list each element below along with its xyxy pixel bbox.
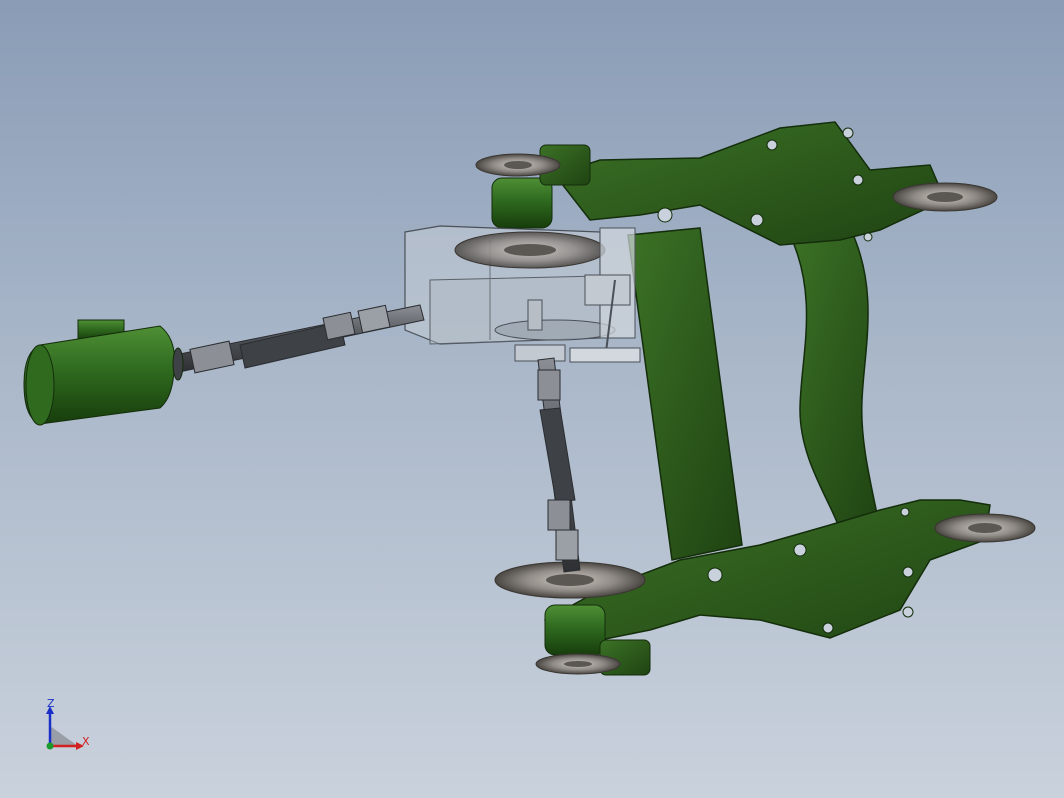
wheel-top-left[interactable] [475,153,561,177]
drive-shaft-horizontal[interactable] [174,304,425,374]
wheel-top-right[interactable] [892,182,998,212]
gearbox-housing[interactable] [404,225,616,345]
drive-shaft-vertical[interactable] [537,357,581,573]
wheel-bottom-right[interactable] [934,513,1036,543]
cad-viewport[interactable]: Z X [0,0,1064,798]
motor[interactable] [23,319,184,426]
coordinate-triad: Z X [38,696,98,756]
axis-x-label: X [82,735,90,748]
3d-model[interactable] [0,0,1064,798]
axis-z-label: Z [47,697,55,710]
wheel-bottom-left[interactable] [535,653,621,675]
